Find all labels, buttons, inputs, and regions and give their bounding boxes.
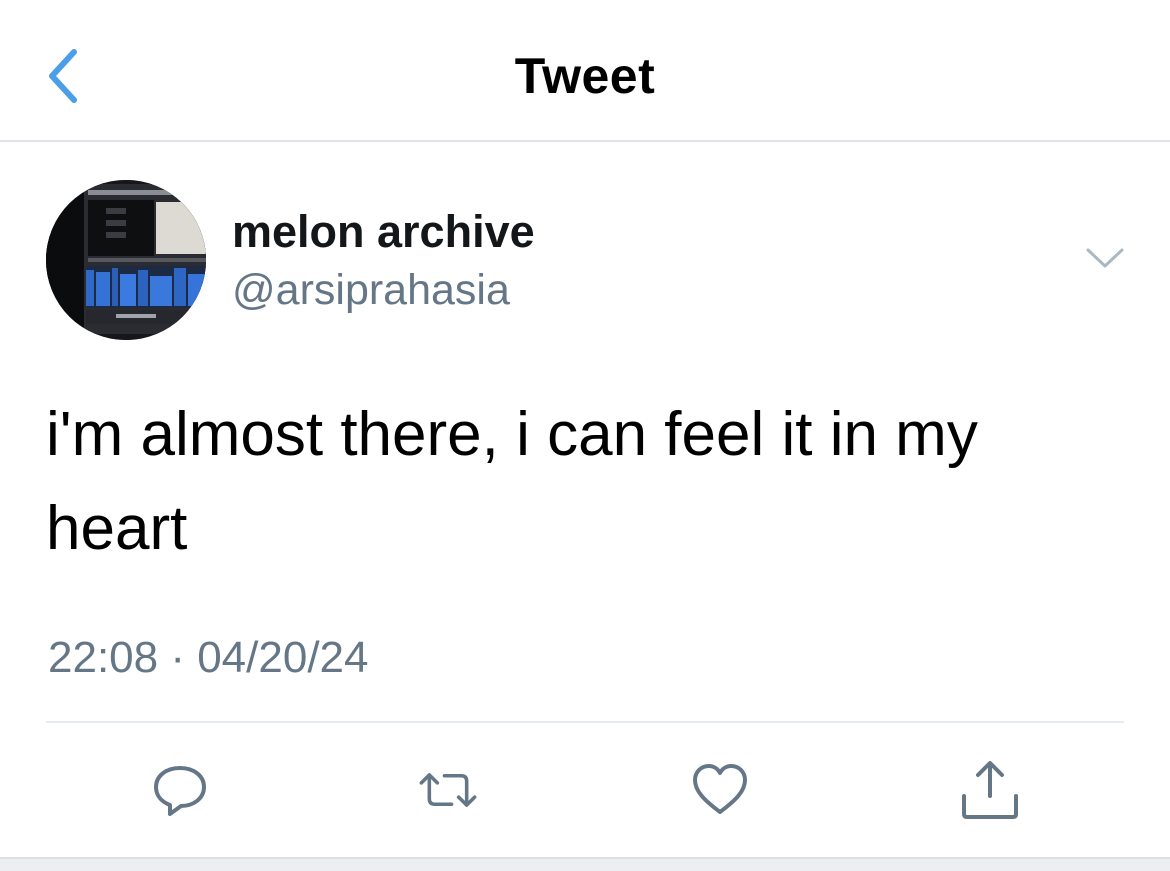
chevron-down-icon — [1086, 248, 1124, 268]
retweet-icon — [419, 773, 477, 807]
more-options-button[interactable] — [1080, 236, 1130, 280]
tweet-detail-screen: Tweet melon archive @arsiprahasia i'm al… — [0, 0, 1170, 871]
navigation-header: Tweet — [0, 0, 1170, 142]
bottom-separator — [0, 857, 1170, 871]
divider — [46, 721, 1124, 723]
reply-button[interactable] — [148, 758, 212, 822]
page-title: Tweet — [514, 48, 656, 104]
reply-icon — [154, 766, 206, 816]
share-icon — [962, 761, 1018, 819]
author-display-name[interactable]: melon archive — [232, 204, 535, 260]
profile-photo-icon — [46, 180, 206, 340]
like-button[interactable] — [688, 758, 752, 822]
tweet-timestamp[interactable]: 22:08 · 04/20/24 — [48, 630, 368, 686]
tweet-text: i'm almost there, i can feel it in my he… — [46, 400, 978, 563]
retweet-button[interactable] — [416, 758, 480, 822]
avatar[interactable] — [46, 180, 206, 340]
author-handle[interactable]: @arsiprahasia — [232, 262, 510, 318]
heart-icon — [693, 764, 747, 814]
share-button[interactable] — [958, 758, 1022, 822]
